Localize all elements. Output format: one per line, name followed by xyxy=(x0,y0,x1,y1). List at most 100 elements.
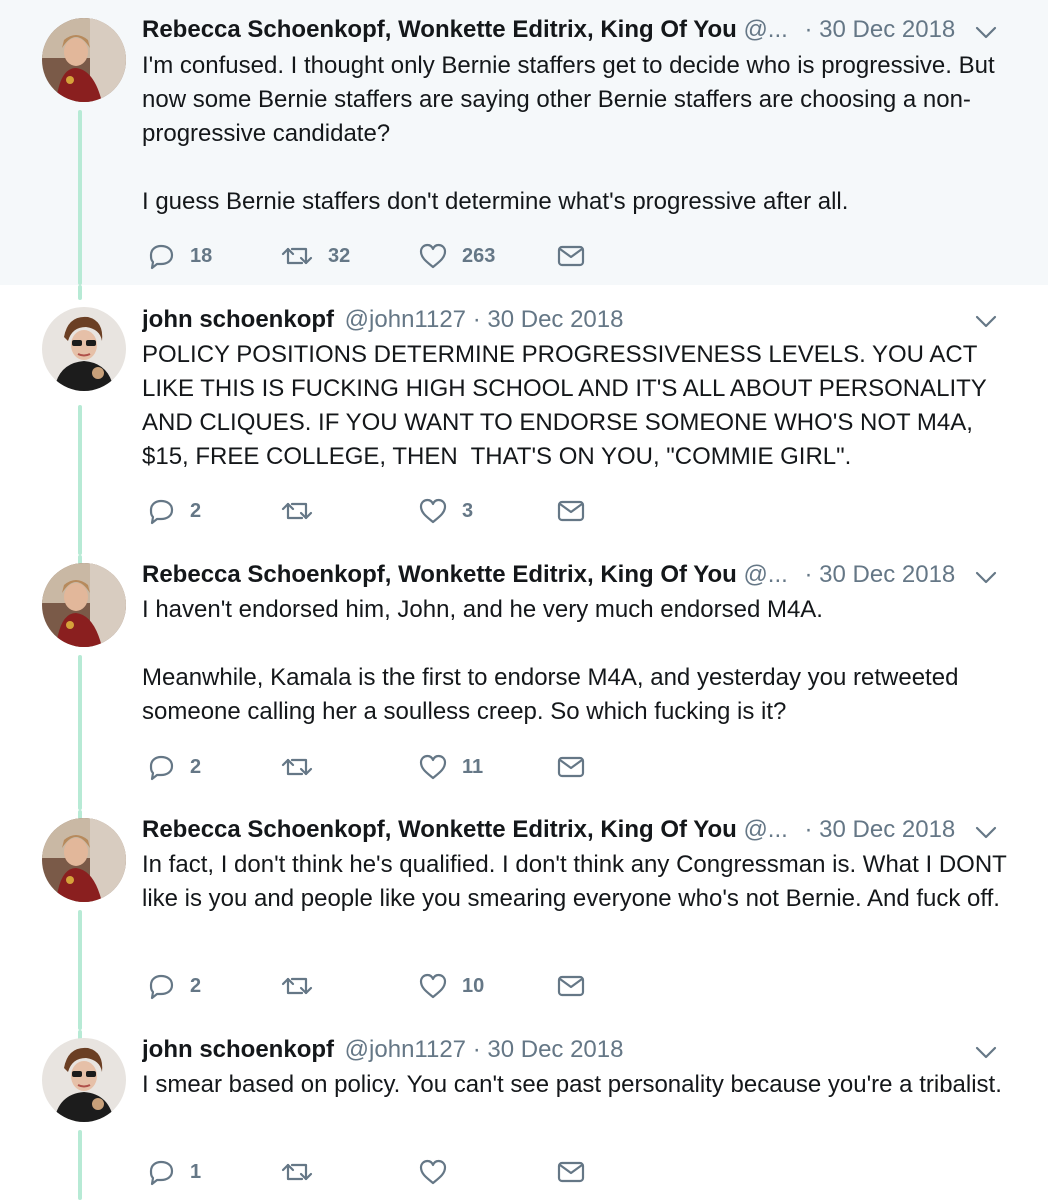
display-name[interactable]: Rebecca Schoenkopf, Wonkette Editrix, Ki… xyxy=(142,16,737,43)
user-handle[interactable]: @... xyxy=(743,561,787,588)
tweet-actions: 2 11 xyxy=(142,751,602,783)
reply-action[interactable]: 18 xyxy=(146,240,212,272)
tweet-header: Rebecca Schoenkopf, Wonkette Editrix, Ki… xyxy=(142,814,998,846)
envelope-icon xyxy=(557,500,585,522)
retweet-icon xyxy=(281,502,313,520)
reply-icon xyxy=(149,499,174,525)
reply-action[interactable]: 2 xyxy=(146,970,201,1002)
user-handle[interactable]: @john1127 xyxy=(345,306,466,333)
retweet-action[interactable] xyxy=(280,970,328,1002)
reply-count: 2 xyxy=(190,499,202,522)
rebecca-avatar-icon xyxy=(42,563,126,647)
chevron-down-icon[interactable] xyxy=(974,1040,998,1064)
reply-action[interactable]: 2 xyxy=(146,751,201,783)
thread-line xyxy=(78,655,82,810)
like-action[interactable] xyxy=(418,1156,462,1188)
retweet-action[interactable] xyxy=(280,495,328,527)
heart-icon xyxy=(419,1159,447,1185)
reply-icon xyxy=(149,244,174,270)
envelope-icon xyxy=(557,245,585,267)
timestamp[interactable]: 30 Dec 2018 xyxy=(819,816,955,843)
reply-action[interactable]: 2 xyxy=(146,495,201,527)
tweet-actions: 18 32 263 xyxy=(142,240,602,272)
reply-icon xyxy=(149,974,174,1000)
thread-line xyxy=(78,910,82,1030)
tweet-actions: 2 10 xyxy=(142,970,602,1002)
heart-icon xyxy=(419,973,447,999)
retweet-icon xyxy=(281,1163,313,1181)
dm-action[interactable] xyxy=(556,751,586,783)
john-avatar-icon xyxy=(42,1038,126,1122)
thread-line xyxy=(78,285,82,300)
reply-count: 1 xyxy=(190,1160,202,1183)
user-handle[interactable]: @john1127 xyxy=(345,1036,466,1063)
like-action[interactable]: 11 xyxy=(418,751,483,783)
display-name[interactable]: Rebecca Schoenkopf, Wonkette Editrix, Ki… xyxy=(142,816,737,843)
like-count: 3 xyxy=(462,499,474,522)
display-name[interactable]: Rebecca Schoenkopf, Wonkette Editrix, Ki… xyxy=(142,561,737,588)
user-handle[interactable]: @... xyxy=(743,16,787,43)
tweet[interactable]: john schoenkopf @john1127 · 30 Dec 2018 … xyxy=(0,1030,1048,1200)
separator: · xyxy=(804,561,813,588)
heart-icon xyxy=(419,243,447,269)
reply-count: 18 xyxy=(190,244,213,267)
rebecca-avatar-icon xyxy=(42,18,126,102)
tweet-text: POLICY POSITIONS DETERMINE PROGRESSIVENE… xyxy=(142,341,992,470)
john-avatar-icon xyxy=(42,307,126,391)
avatar[interactable] xyxy=(42,563,126,647)
rebecca-avatar-icon xyxy=(42,818,126,902)
reply-action[interactable]: 1 xyxy=(146,1156,201,1188)
reply-count: 2 xyxy=(190,974,202,997)
timestamp[interactable]: 30 Dec 2018 xyxy=(487,306,623,333)
heart-icon xyxy=(419,498,447,524)
tweet-header: Rebecca Schoenkopf, Wonkette Editrix, Ki… xyxy=(142,559,998,591)
avatar[interactable] xyxy=(42,1038,126,1122)
chevron-down-icon[interactable] xyxy=(974,565,998,589)
retweet-action[interactable] xyxy=(280,1156,328,1188)
timestamp[interactable]: 30 Dec 2018 xyxy=(487,1036,623,1063)
tweet-text: I smear based on policy. You can't see p… xyxy=(142,1071,1002,1098)
like-count: 263 xyxy=(462,244,496,267)
tweet[interactable]: Rebecca Schoenkopf, Wonkette Editrix, Ki… xyxy=(0,0,1048,285)
display-name[interactable]: john schoenkopf xyxy=(142,1036,334,1063)
reply-icon xyxy=(149,755,174,781)
tweet[interactable]: john schoenkopf @john1127 · 30 Dec 2018 … xyxy=(0,285,1048,555)
chevron-down-icon[interactable] xyxy=(974,820,998,844)
timestamp[interactable]: 30 Dec 2018 xyxy=(819,16,955,43)
avatar[interactable] xyxy=(42,818,126,902)
avatar[interactable] xyxy=(42,18,126,102)
separator: · xyxy=(804,816,813,843)
tweet-thread: Rebecca Schoenkopf, Wonkette Editrix, Ki… xyxy=(0,0,1048,1200)
dm-action[interactable] xyxy=(556,495,586,527)
tweet-actions: 2 3 xyxy=(142,495,602,527)
dm-action[interactable] xyxy=(556,970,586,1002)
retweet-icon xyxy=(281,977,313,995)
retweet-action[interactable]: 32 xyxy=(280,240,350,272)
chevron-down-icon[interactable] xyxy=(974,309,998,333)
reply-icon xyxy=(149,1160,174,1186)
thread-line xyxy=(78,110,82,285)
dm-action[interactable] xyxy=(556,240,586,272)
avatar[interactable] xyxy=(42,307,126,391)
thread-line xyxy=(78,1130,82,1200)
envelope-icon xyxy=(557,756,585,778)
tweet-text: I'm confused. I thought only Bernie staf… xyxy=(142,52,995,215)
display-name[interactable]: john schoenkopf xyxy=(142,306,334,333)
tweet-header: john schoenkopf @john1127 · 30 Dec 2018 xyxy=(142,304,998,336)
separator: · xyxy=(804,16,813,43)
timestamp[interactable]: 30 Dec 2018 xyxy=(819,561,955,588)
chevron-down-icon[interactable] xyxy=(974,20,998,44)
user-handle[interactable]: @... xyxy=(743,816,787,843)
tweet[interactable]: Rebecca Schoenkopf, Wonkette Editrix, Ki… xyxy=(0,555,1048,810)
tweet[interactable]: Rebecca Schoenkopf, Wonkette Editrix, Ki… xyxy=(0,810,1048,1030)
separator: · xyxy=(472,306,481,333)
like-action[interactable]: 3 xyxy=(418,495,473,527)
like-action[interactable]: 10 xyxy=(418,970,484,1002)
tweet-actions: 1 xyxy=(142,1156,602,1188)
retweet-icon xyxy=(281,758,313,776)
like-action[interactable]: 263 xyxy=(418,240,495,272)
retweet-action[interactable] xyxy=(280,751,328,783)
retweet-icon xyxy=(281,247,313,265)
dm-action[interactable] xyxy=(556,1156,586,1188)
separator: · xyxy=(472,1036,481,1063)
